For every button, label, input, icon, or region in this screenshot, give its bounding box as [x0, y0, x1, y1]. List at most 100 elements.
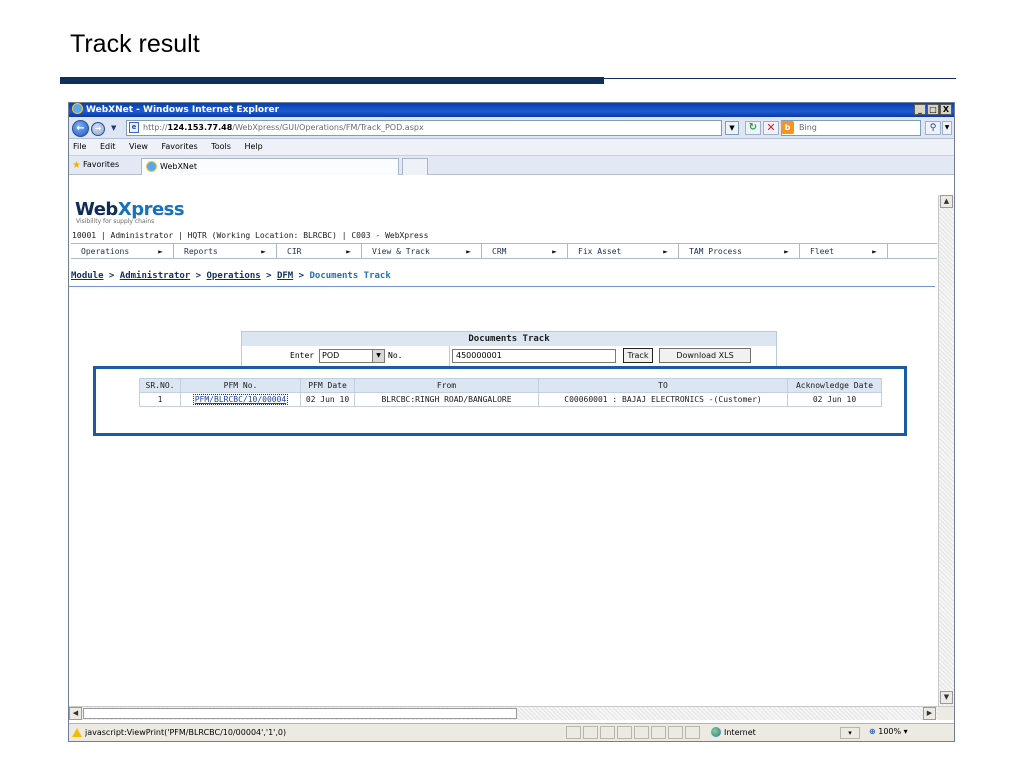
- breadcrumb-administrator[interactable]: Administrator: [120, 271, 190, 281]
- address-input[interactable]: http://124.153.77.48/WebXpress/GUI/Opera…: [126, 120, 722, 136]
- slide-title: Track result: [70, 30, 200, 58]
- tab-webxnet[interactable]: WebXNet: [141, 158, 399, 175]
- menu-help[interactable]: Help: [244, 142, 262, 151]
- new-tab-button[interactable]: [402, 158, 428, 175]
- submenu-arrow-icon: ►: [552, 246, 557, 256]
- nav-tam-process[interactable]: TAM Process ►: [679, 244, 800, 258]
- status-cell: [668, 726, 683, 739]
- submenu-arrow-icon: ►: [663, 246, 668, 256]
- nav-fleet[interactable]: Fleet ►: [800, 244, 888, 258]
- menu-bar: File Edit View Favorites Tools Help: [69, 139, 954, 156]
- download-xls-button[interactable]: Download XLS: [659, 348, 751, 363]
- status-cell: [651, 726, 666, 739]
- main-nav: Operations ► Reports ► CIR ► View & Track ► …: [71, 243, 937, 259]
- search-options-icon[interactable]: ▼: [942, 121, 952, 135]
- address-dropdown-icon[interactable]: ▼: [725, 121, 739, 135]
- col-sr-no: SR.NO.: [139, 378, 181, 393]
- document-type-select[interactable]: POD ▼: [319, 349, 385, 363]
- breadcrumb-module[interactable]: Module: [71, 271, 104, 281]
- user-info: 10001 | Administrator | HQTR (Working Lo…: [72, 231, 429, 240]
- protected-mode-icon[interactable]: ▾: [840, 727, 860, 739]
- size-grip: [938, 706, 954, 720]
- nav-crm[interactable]: CRM ►: [482, 244, 568, 258]
- number-label: No.: [388, 351, 403, 360]
- col-pfm-date: PFM Date: [300, 378, 355, 393]
- browser-window: WebXNet - Windows Internet Explorer _ □ …: [68, 102, 955, 742]
- horizontal-scrollbar[interactable]: ◀ ▶: [69, 706, 938, 720]
- maximize-button[interactable]: □: [927, 104, 939, 115]
- documents-track-panel: Documents Track Enter POD ▼ No. 450000001…: [241, 331, 777, 367]
- breadcrumb-operations[interactable]: Operations: [207, 271, 261, 281]
- submenu-arrow-icon: ►: [261, 246, 266, 256]
- scroll-thumb[interactable]: [83, 708, 517, 719]
- search-input[interactable]: Bing: [781, 120, 921, 136]
- cell-from: BLRCBC:RINGH ROAD/BANGALORE: [354, 392, 539, 407]
- zoom-icon: ⊕: [869, 727, 876, 736]
- menu-file[interactable]: File: [73, 142, 86, 151]
- security-zone: Internet: [711, 727, 756, 737]
- enter-label: Enter: [290, 351, 315, 360]
- col-from: From: [354, 378, 539, 393]
- window-titlebar: WebXNet - Windows Internet Explorer _ □ …: [69, 103, 954, 117]
- pfm-link[interactable]: PFM/BLRCBC/10/00004: [192, 394, 289, 405]
- warning-icon: [72, 728, 82, 737]
- results-table: SR.NO. PFM No. PFM Date From TO Acknowle…: [139, 378, 882, 407]
- menu-view[interactable]: View: [129, 142, 148, 151]
- chevron-down-icon: ▼: [372, 350, 384, 362]
- history-dropdown-icon[interactable]: ▼: [111, 124, 116, 132]
- page-viewport: WebXpress Visibility for supply chains 1…: [69, 195, 954, 706]
- menu-tools[interactable]: Tools: [211, 142, 231, 151]
- favorites-button[interactable]: Favorites: [83, 160, 119, 169]
- scroll-right-icon[interactable]: ▶: [923, 707, 936, 720]
- logo-tagline: Visibility for supply chains: [76, 218, 155, 225]
- bing-icon: b: [781, 121, 794, 134]
- scroll-left-icon[interactable]: ◀: [69, 707, 82, 720]
- submenu-arrow-icon: ►: [466, 246, 471, 256]
- breadcrumb-current: Documents Track: [309, 271, 391, 281]
- webxpress-logo: WebXpress: [75, 199, 185, 220]
- search-icon[interactable]: ⚲: [925, 121, 941, 135]
- documents-track-title: Documents Track: [242, 332, 776, 346]
- status-cell: [566, 726, 581, 739]
- breadcrumb-dfm[interactable]: DFM: [277, 271, 293, 281]
- nav-reports[interactable]: Reports ►: [174, 244, 277, 258]
- title-underline-thin: [604, 78, 956, 79]
- submenu-arrow-icon: ►: [346, 246, 351, 256]
- nav-operations[interactable]: Operations ►: [71, 244, 174, 258]
- status-bar: javascript:ViewPrint('PFM/BLRCBC/10/0000…: [69, 723, 954, 741]
- table-row: 1 PFM/BLRCBC/10/00004 02 Jun 10 BLRCBC:R…: [139, 392, 882, 407]
- refresh-icon[interactable]: ↻: [745, 121, 761, 135]
- back-button[interactable]: ←: [72, 120, 89, 137]
- cell-pfm-date: 02 Jun 10: [300, 392, 355, 407]
- close-button[interactable]: X: [940, 104, 952, 115]
- stop-icon[interactable]: ✕: [763, 121, 779, 135]
- result-highlight-frame: SR.NO. PFM No. PFM Date From TO Acknowle…: [93, 366, 907, 436]
- zoom-level[interactable]: ⊕ 100% ▾: [869, 727, 908, 736]
- cell-pfm-no[interactable]: PFM/BLRCBC/10/00004: [180, 392, 301, 407]
- menu-edit[interactable]: Edit: [100, 142, 116, 151]
- col-acknowledge-date: Acknowledge Date: [787, 378, 882, 393]
- col-pfm-no: PFM No.: [180, 378, 301, 393]
- submenu-arrow-icon: ►: [784, 246, 789, 256]
- breadcrumb-divider: [69, 286, 935, 287]
- vertical-scrollbar[interactable]: ▲ ▼: [938, 195, 954, 706]
- cell-to: C00060001 : BAJAJ ELECTRONICS -(Customer…: [538, 392, 788, 407]
- status-cell: [583, 726, 598, 739]
- status-text: javascript:ViewPrint('PFM/BLRCBC/10/0000…: [85, 728, 287, 737]
- star-icon: ★: [72, 160, 81, 171]
- globe-icon: [711, 727, 721, 737]
- forward-button[interactable]: →: [91, 122, 105, 136]
- nav-cir[interactable]: CIR ►: [277, 244, 362, 258]
- scroll-up-icon[interactable]: ▲: [940, 195, 953, 208]
- scroll-down-icon[interactable]: ▼: [940, 691, 953, 704]
- nav-fix-asset[interactable]: Fix Asset ►: [568, 244, 679, 258]
- track-button[interactable]: Track: [623, 348, 653, 363]
- document-number-input[interactable]: 450000001: [452, 349, 616, 363]
- menu-favorites[interactable]: Favorites: [162, 142, 198, 151]
- nav-view-track[interactable]: View & Track ►: [362, 244, 482, 258]
- minimize-button[interactable]: _: [914, 104, 926, 115]
- ie-tab-icon: [146, 161, 157, 172]
- submenu-arrow-icon: ►: [158, 246, 163, 256]
- cell-acknowledge-date: 02 Jun 10: [787, 392, 882, 407]
- submenu-arrow-icon: ►: [872, 246, 877, 256]
